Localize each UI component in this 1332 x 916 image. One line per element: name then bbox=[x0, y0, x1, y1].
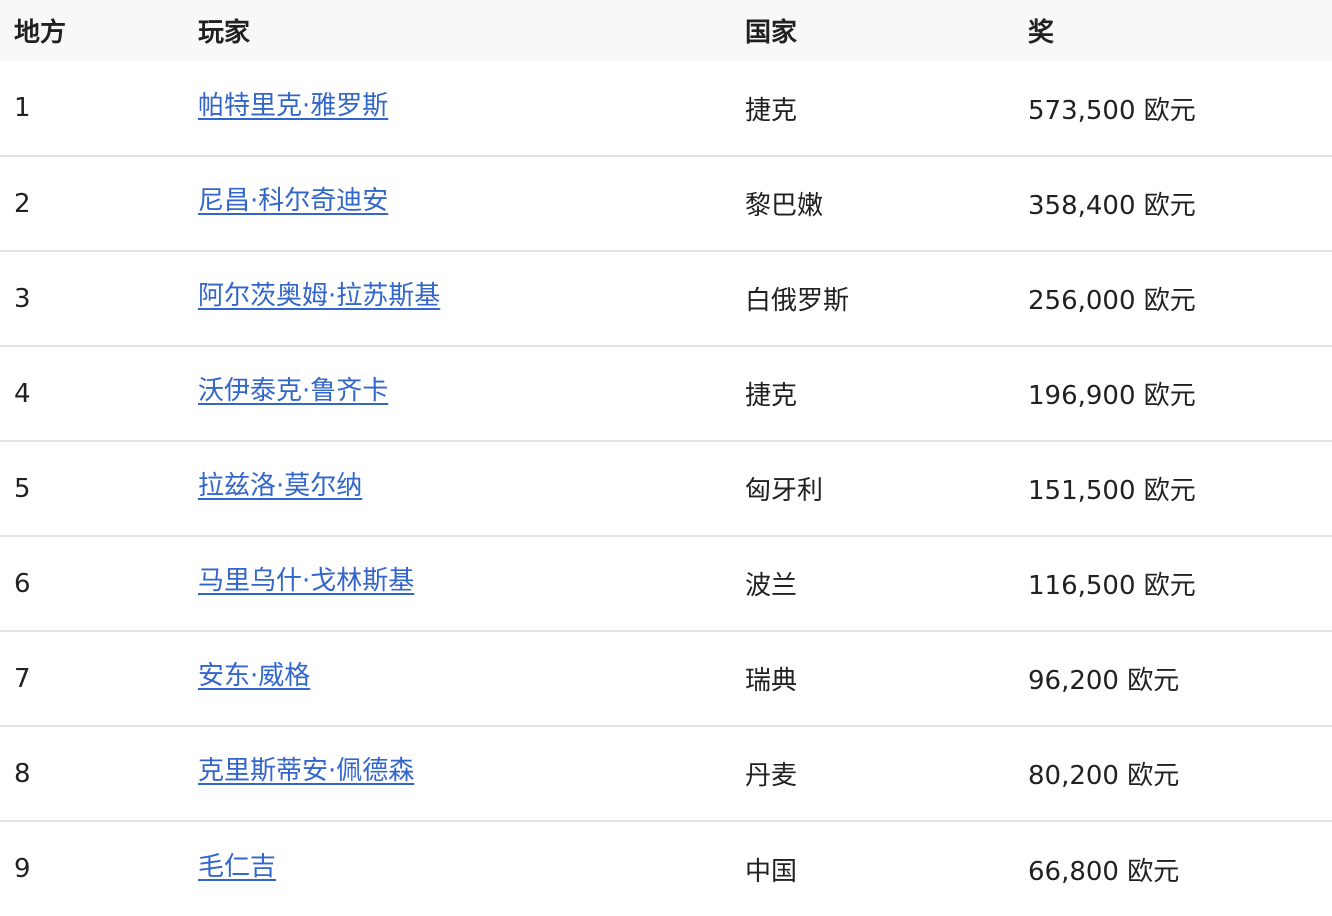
place-cell: 3 bbox=[14, 283, 31, 314]
prize-cell: 96,200 欧元 bbox=[1028, 666, 1180, 696]
header-player: 玩家 bbox=[198, 18, 251, 48]
place-cell: 6 bbox=[14, 568, 31, 599]
prize-cell: 196,900 欧元 bbox=[1028, 381, 1196, 411]
prize-cell: 573,500 欧元 bbox=[1028, 95, 1196, 126]
player-link[interactable]: 马里乌什·戈林斯基 bbox=[198, 566, 414, 596]
country-cell: 瑞典 bbox=[745, 666, 798, 696]
prize-cell: 116,500 欧元 bbox=[1028, 571, 1196, 601]
player-cell: 拉兹洛·莫尔纳 bbox=[184, 441, 731, 536]
country-cell: 丹麦 bbox=[745, 761, 798, 791]
country-cell: 黎巴嫩 bbox=[745, 191, 824, 221]
header-place: 地方 bbox=[14, 18, 67, 48]
player-cell: 安东·威格 bbox=[184, 631, 731, 726]
player-cell: 克里斯蒂安·佩德森 bbox=[184, 726, 731, 821]
table-header: 地方 玩家 国家 奖 bbox=[0, 0, 1332, 61]
country-cell: 捷克 bbox=[745, 95, 798, 126]
place-cell: 1 bbox=[14, 93, 31, 123]
table-row: 1 帕特里克·雅罗斯 捷克 573,500 欧元 bbox=[0, 61, 1332, 156]
prize-cell: 256,000 欧元 bbox=[1028, 286, 1196, 316]
table-row: 6 马里乌什·戈林斯基 波兰 116,500 欧元 bbox=[0, 536, 1332, 631]
country-cell: 白俄罗斯 bbox=[745, 286, 850, 316]
table-row: 3 阿尔茨奥姆·拉苏斯基 白俄罗斯 256,000 欧元 bbox=[0, 251, 1332, 346]
country-cell: 波兰 bbox=[745, 571, 798, 601]
player-cell: 帕特里克·雅罗斯 bbox=[184, 61, 731, 156]
country-cell: 匈牙利 bbox=[745, 476, 824, 506]
player-cell: 毛仁吉 bbox=[184, 821, 731, 916]
player-link[interactable]: 帕特里克·雅罗斯 bbox=[198, 91, 388, 121]
place-cell: 9 bbox=[14, 854, 31, 884]
player-cell: 尼昌·科尔奇迪安 bbox=[184, 156, 731, 251]
prize-cell: 151,500 欧元 bbox=[1028, 476, 1196, 506]
table-row: 7 安东·威格 瑞典 96,200 欧元 bbox=[0, 631, 1332, 726]
player-link[interactable]: 沃伊泰克·鲁齐卡 bbox=[198, 376, 388, 406]
place-cell: 8 bbox=[14, 758, 31, 789]
player-link[interactable]: 阿尔茨奥姆·拉苏斯基 bbox=[198, 281, 440, 311]
table-row: 4 沃伊泰克·鲁齐卡 捷克 196,900 欧元 bbox=[0, 346, 1332, 441]
place-cell: 7 bbox=[14, 663, 31, 694]
player-link[interactable]: 拉兹洛·莫尔纳 bbox=[198, 471, 362, 501]
header-country: 国家 bbox=[745, 18, 798, 48]
table-row: 5 拉兹洛·莫尔纳 匈牙利 151,500 欧元 bbox=[0, 441, 1332, 536]
table-row: 8 克里斯蒂安·佩德森 丹麦 80,200 欧元 bbox=[0, 726, 1332, 821]
header-row: 地方 玩家 国家 奖 bbox=[0, 0, 1332, 61]
player-link[interactable]: 克里斯蒂安·佩德森 bbox=[198, 756, 414, 786]
place-cell: 2 bbox=[14, 188, 31, 219]
country-cell: 中国 bbox=[745, 856, 798, 887]
player-link[interactable]: 安东·威格 bbox=[198, 661, 310, 691]
player-link[interactable]: 毛仁吉 bbox=[198, 852, 276, 882]
header-prize: 奖 bbox=[1028, 18, 1055, 48]
player-cell: 沃伊泰克·鲁齐卡 bbox=[184, 346, 731, 441]
player-link[interactable]: 尼昌·科尔奇迪安 bbox=[198, 186, 388, 216]
prize-cell: 358,400 欧元 bbox=[1028, 191, 1196, 221]
country-cell: 捷克 bbox=[745, 381, 798, 411]
player-cell: 阿尔茨奥姆·拉苏斯基 bbox=[184, 251, 731, 346]
results-table: 地方 玩家 国家 奖 1 帕特里克·雅罗斯 捷克 573,500 欧元 2 尼昌… bbox=[0, 0, 1332, 916]
table-row: 2 尼昌·科尔奇迪安 黎巴嫩 358,400 欧元 bbox=[0, 156, 1332, 251]
prize-cell: 80,200 欧元 bbox=[1028, 761, 1180, 791]
place-cell: 4 bbox=[14, 378, 31, 409]
table-body: 1 帕特里克·雅罗斯 捷克 573,500 欧元 2 尼昌·科尔奇迪安 黎巴嫩 … bbox=[0, 61, 1332, 916]
table-row: 9 毛仁吉 中国 66,800 欧元 bbox=[0, 821, 1332, 916]
player-cell: 马里乌什·戈林斯基 bbox=[184, 536, 731, 631]
prize-cell: 66,800 欧元 bbox=[1028, 856, 1180, 887]
place-cell: 5 bbox=[14, 473, 31, 504]
